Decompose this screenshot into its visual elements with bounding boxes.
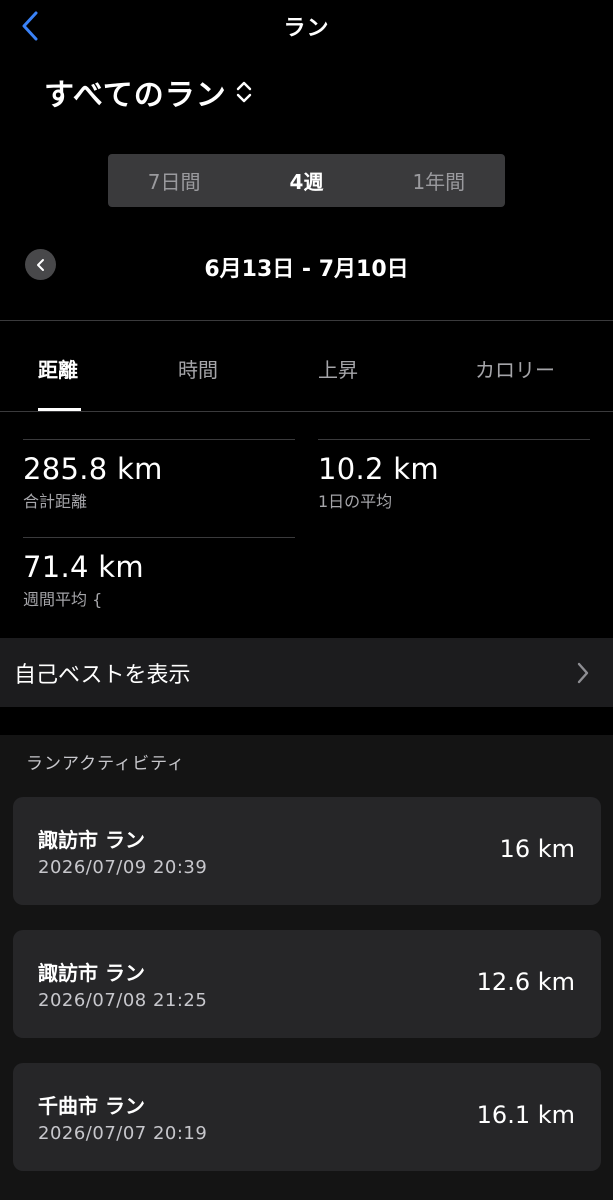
stat-label: 週間平均 {: [23, 590, 103, 609]
activity-name: 諏訪市 ラン: [38, 961, 145, 985]
stat-label: 合計距離: [23, 492, 88, 511]
activity-date: 2026/07/08 21:25: [38, 990, 208, 1011]
activity-date: 2026/07/07 20:19: [38, 1123, 208, 1144]
stat-weekly-average: 71.4 km 週間平均 {: [23, 537, 295, 610]
page-title: ラン: [283, 16, 330, 41]
filter-label: すべてのラン: [44, 78, 227, 113]
divider: [0, 320, 613, 321]
tab-distance[interactable]: 距離: [38, 354, 78, 383]
activity-distance: 16.1 km: [476, 1101, 575, 1129]
range-option-7days[interactable]: 7日間: [108, 154, 240, 207]
nav-bar: ラン: [0, 0, 613, 52]
stat-total-distance: 285.8 km 合計距離: [23, 439, 295, 512]
stat-value: 10.2 km: [318, 452, 439, 486]
stat-label: 1日の平均: [318, 492, 393, 511]
activity-card[interactable]: 千曲市 ラン 2026/07/07 20:19 16.1 km: [13, 1063, 601, 1171]
activity-filter-dropdown[interactable]: すべてのラン: [44, 70, 253, 114]
stat-divider: [318, 439, 590, 440]
stat-value: 71.4 km: [23, 550, 144, 584]
show-personal-records-row[interactable]: 自己ベストを表示: [0, 638, 613, 707]
date-range-row: 6月13日 - 7月10日: [0, 242, 613, 288]
stat-value: 285.8 km: [23, 452, 163, 486]
activity-name: 諏訪市 ラン: [38, 828, 145, 852]
activity-name: 千曲市 ラン: [38, 1094, 145, 1118]
range-option-4weeks[interactable]: 4週: [240, 154, 372, 207]
activity-distance: 12.6 km: [476, 968, 575, 996]
run-activities-section: ランアクティビティ 諏訪市 ラン 2026/07/09 20:39 16 km …: [0, 735, 613, 1200]
activity-distance: 16 km: [499, 835, 575, 863]
activity-card[interactable]: 諏訪市 ラン 2026/07/08 21:25 12.6 km: [13, 930, 601, 1038]
metric-tabs: 距離 時間 上昇 カロリー: [0, 330, 613, 411]
tab-elevation[interactable]: 上昇: [318, 354, 358, 383]
date-range-label: 6月13日 - 7月10日: [204, 257, 409, 282]
range-option-1year[interactable]: 1年間: [373, 154, 505, 207]
activity-date: 2026/07/09 20:39: [38, 857, 208, 878]
tab-time[interactable]: 時間: [178, 354, 218, 383]
chevron-right-icon: [577, 662, 589, 684]
tab-calories[interactable]: カロリー: [475, 354, 555, 383]
sort-updown-icon: [236, 81, 251, 103]
activity-card[interactable]: 諏訪市 ラン 2026/07/09 20:39 16 km: [13, 797, 601, 905]
stat-divider: [23, 537, 295, 538]
run-summary-screen: ラン すべてのラン 7日間 4週 1年間 6月13日 - 7月10日 距離 時間…: [0, 0, 613, 1200]
range-segmented-control: 7日間 4週 1年間: [108, 154, 505, 207]
stat-daily-average: 10.2 km 1日の平均: [318, 439, 590, 512]
stat-divider: [23, 439, 295, 440]
divider: [0, 411, 613, 412]
section-title: ランアクティビティ: [26, 754, 186, 774]
personal-records-label: 自己ベストを表示: [14, 662, 191, 688]
